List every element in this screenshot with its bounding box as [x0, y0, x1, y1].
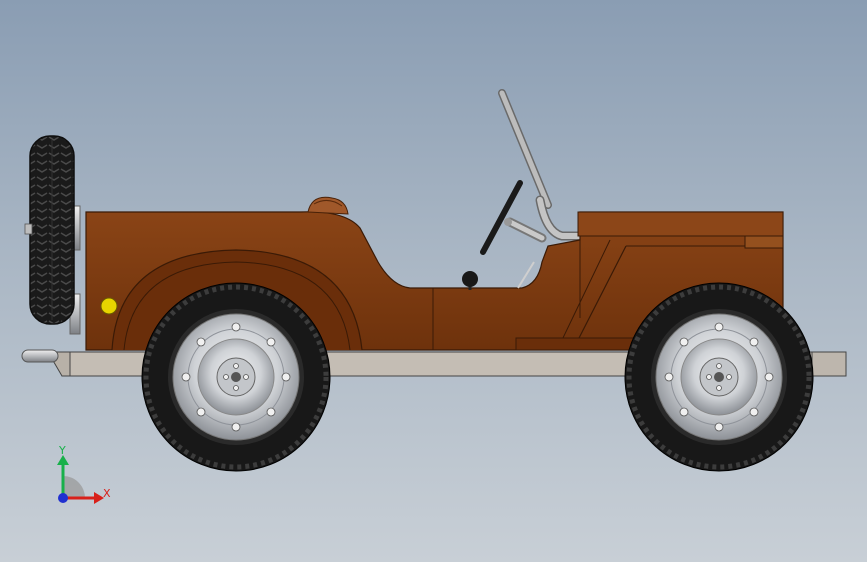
graphics-viewport[interactable]: Y X: [0, 0, 867, 562]
triad-y-label: Y: [58, 444, 66, 457]
triad-x-label: X: [103, 487, 111, 500]
coordinate-triad[interactable]: Y X: [0, 0, 867, 562]
triad-z-axis: [58, 493, 68, 503]
